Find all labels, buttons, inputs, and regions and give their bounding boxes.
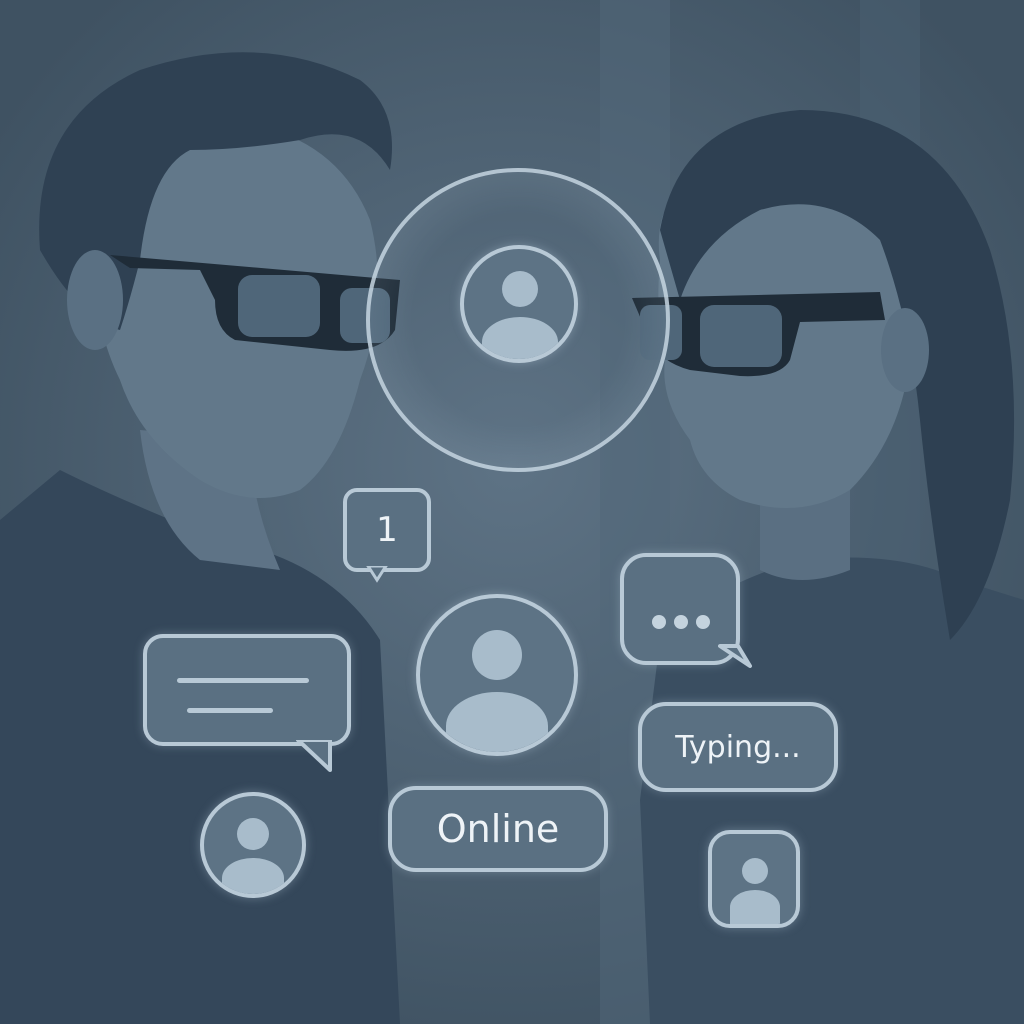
- user-avatar-icon-small-left[interactable]: [200, 792, 306, 898]
- message-bubble-tail-icon: [296, 740, 332, 772]
- notification-badge[interactable]: 1: [343, 488, 431, 572]
- online-status-pill[interactable]: Online: [388, 786, 608, 872]
- user-avatar-icon-large-ring[interactable]: [460, 245, 578, 363]
- user-avatar-icon-center[interactable]: [416, 594, 578, 756]
- notification-count: 1: [376, 510, 398, 550]
- typing-status-label: Typing...: [675, 729, 801, 765]
- online-status-label: Online: [436, 807, 560, 851]
- user-avatar-icon-small-right[interactable]: [708, 830, 800, 928]
- ellipsis-bubble-tail-icon: [718, 644, 752, 668]
- message-bubble-icon[interactable]: [143, 634, 351, 746]
- badge-tail-icon: [366, 566, 388, 583]
- typing-status-pill[interactable]: Typing...: [638, 702, 838, 792]
